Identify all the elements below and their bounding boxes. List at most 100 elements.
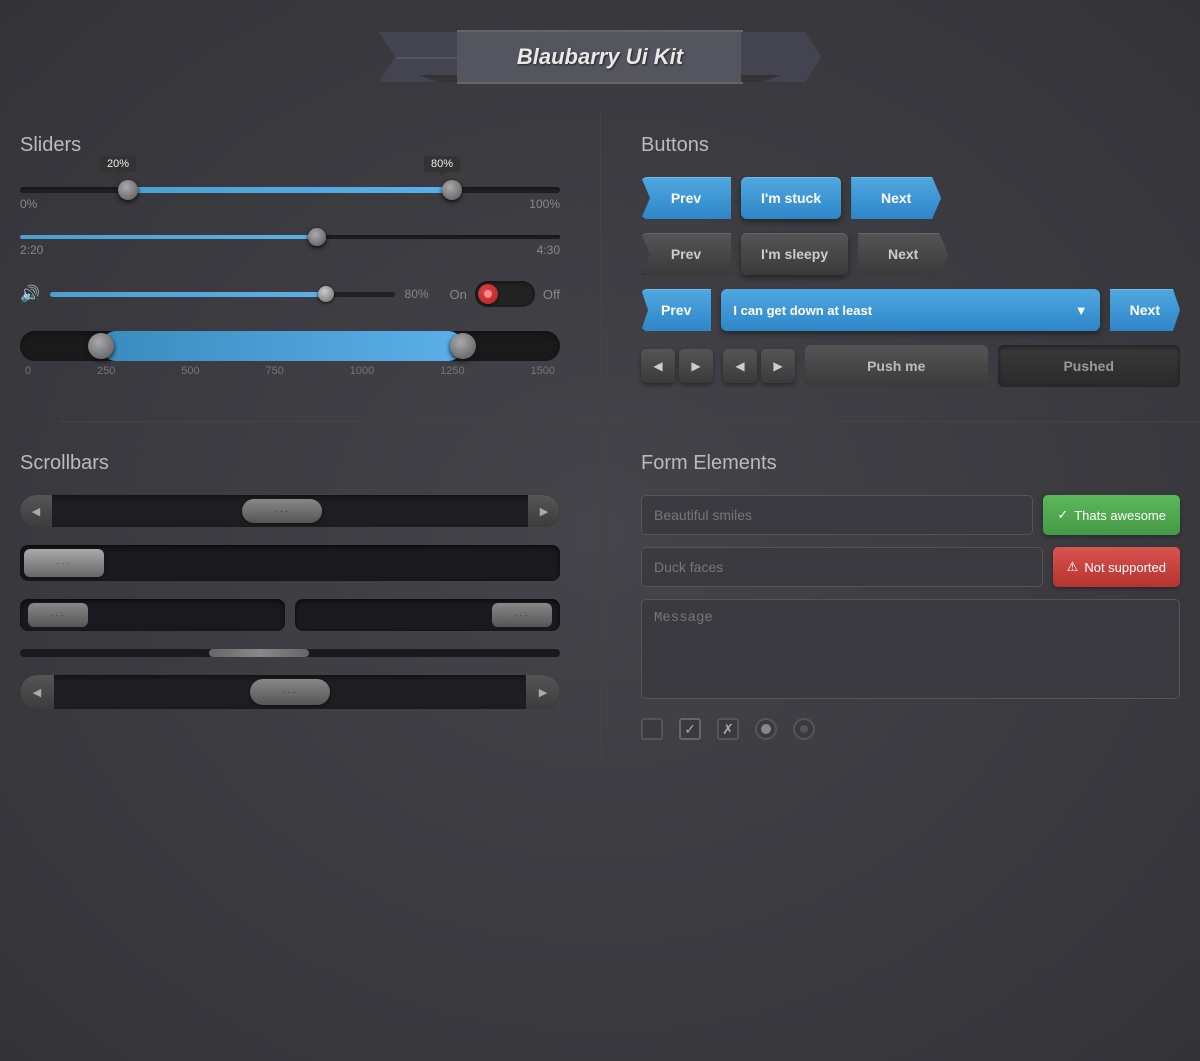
scrollbar-thin	[20, 649, 560, 657]
sb-thumb-1[interactable]: ···	[242, 499, 322, 523]
toggle-off-label: Off	[543, 287, 560, 302]
sb-half-left[interactable]: ···	[20, 599, 285, 631]
next-button-blue-2[interactable]: Next	[1110, 289, 1180, 331]
time-range-container[interactable]: 2:20 4:30	[20, 235, 560, 257]
time-range-fill	[20, 235, 317, 239]
toggle-wrap: On Off	[450, 281, 560, 307]
badge-success: ✓ Thats awesome	[1043, 495, 1180, 535]
toggle-on-label: On	[450, 287, 467, 302]
multi-track[interactable]	[20, 331, 560, 361]
push-me-button[interactable]: Push me	[805, 345, 988, 387]
sliders-title: Sliders	[20, 134, 560, 157]
radio-filled[interactable]	[755, 718, 777, 740]
form-textarea[interactable]	[641, 599, 1180, 699]
sb-thumb-half-left[interactable]: ···	[28, 603, 88, 627]
radio-empty[interactable]	[793, 718, 815, 740]
sb-thumb-3[interactable]: ···	[250, 679, 330, 705]
checkbox-x[interactable]: ✗	[717, 718, 739, 740]
vol-pct-label: 80%	[405, 287, 440, 301]
form-input-smiles[interactable]	[641, 495, 1033, 535]
dropdown-button[interactable]: I can get down at least ▼	[721, 289, 1099, 331]
multi-fill	[101, 331, 463, 361]
radio-inner	[800, 725, 808, 733]
scrollbar-5: ◀ ··· ▶	[20, 675, 560, 709]
next-button-blue[interactable]: Next	[851, 177, 941, 219]
vol-track[interactable]	[50, 292, 395, 297]
sb-thin-thumb[interactable]	[209, 649, 309, 657]
badge-error-text: Not supported	[1084, 560, 1166, 575]
scrollbar-2: ···	[20, 545, 560, 581]
stuck-button-blue[interactable]: I'm stuck	[741, 177, 841, 219]
time-label-min: 2:20	[20, 243, 43, 257]
nav-group-2: ◀ ▶	[723, 349, 795, 383]
prev-button-blue-2[interactable]: Prev	[641, 289, 711, 331]
slider-volume-toggle: 🔊 80% On Off	[20, 281, 560, 307]
slider-multi: 0 250 500 750 1000 1250 1500	[20, 331, 560, 377]
dual-range-tooltip-right: 80%	[424, 156, 460, 172]
sb-arrow-left-1[interactable]: ◀	[20, 495, 52, 527]
sliders-section: Sliders 20% 80% 0% 100%	[0, 114, 600, 421]
time-label-max: 4:30	[537, 243, 560, 257]
sb-thin-track[interactable]	[20, 649, 560, 657]
pushed-button[interactable]: Pushed	[998, 345, 1181, 387]
slider-time: 2:20 4:30	[20, 235, 560, 257]
sb-thumb-2[interactable]: ···	[24, 549, 104, 577]
scrollbar-h-2[interactable]: ···	[20, 545, 560, 581]
checkbox-checked[interactable]: ✓	[679, 718, 701, 740]
banner-title: Blaubarry Ui Kit	[457, 30, 743, 84]
vol-thumb[interactable]	[318, 286, 334, 302]
nav-next-1[interactable]: ▶	[679, 349, 713, 383]
dual-range-container[interactable]: 20% 80% 0% 100%	[20, 187, 560, 211]
prev-button-gray[interactable]: Prev	[641, 233, 731, 275]
dual-range-fill	[128, 187, 452, 193]
form-row-2: ⚠ Not supported	[641, 547, 1180, 587]
scrollbars-title: Scrollbars	[20, 452, 560, 475]
sleepy-button-gray[interactable]: I'm sleepy	[741, 233, 848, 275]
sb-arrow-right-1[interactable]: ▶	[528, 495, 560, 527]
nav-prev-1[interactable]: ◀	[641, 349, 675, 383]
dual-range-labels: 0% 100%	[20, 197, 560, 211]
dropdown-label: I can get down at least	[733, 303, 872, 318]
sb-arrow-left-3[interactable]: ◀	[20, 675, 54, 709]
btn-row-4: ◀ ▶ ◀ ▶ Push me Pushed	[641, 345, 1180, 387]
checkbox-empty[interactable]	[641, 718, 663, 740]
scrollbars-section: Scrollbars ◀ ··· ▶ ··· ···	[0, 432, 600, 760]
dual-range-thumb-left[interactable]: 20%	[118, 180, 138, 200]
scrollbar-3-pair: ··· ···	[20, 599, 560, 631]
dual-range-track: 20% 80%	[20, 187, 560, 193]
sb-pair: ··· ···	[20, 599, 560, 631]
form-input-duck[interactable]	[641, 547, 1043, 587]
multi-thumb-left[interactable]	[88, 333, 114, 359]
sb-arrow-right-3[interactable]: ▶	[526, 675, 560, 709]
nav-next-2[interactable]: ▶	[761, 349, 795, 383]
banner-wrap: Blaubarry Ui Kit	[0, 0, 1200, 84]
scrollbar-h-3[interactable]: ◀ ··· ▶	[20, 675, 560, 709]
vol-row: 🔊 80% On Off	[20, 281, 560, 307]
nav-prev-2[interactable]: ◀	[723, 349, 757, 383]
form-controls-row: ✓ ✗	[641, 718, 1180, 740]
toggle-switch[interactable]	[475, 281, 535, 307]
slider-dual-range: 20% 80% 0% 100%	[20, 187, 560, 211]
prev-button-blue[interactable]: Prev	[641, 177, 731, 219]
vol-fill	[50, 292, 326, 297]
volume-icon: 🔊	[20, 284, 40, 304]
multi-labels: 0 250 500 750 1000 1250 1500	[20, 365, 560, 377]
buttons-title: Buttons	[641, 134, 1180, 157]
btn-row-2: Prev I'm sleepy Next	[641, 233, 1180, 275]
scrollbar-h-1[interactable]: ◀ ··· ▶	[20, 495, 560, 527]
check-icon: ✓	[1057, 507, 1068, 523]
sb-track-3: ···	[54, 679, 526, 705]
dual-range-thumb-right[interactable]: 80%	[442, 180, 462, 200]
time-range-track	[20, 235, 560, 239]
time-range-thumb[interactable]	[308, 228, 326, 246]
dropdown-arrow-icon: ▼	[1075, 303, 1088, 318]
btn-row-1: Prev I'm stuck Next	[641, 177, 1180, 219]
multi-track-wrap: 0 250 500 750 1000 1250 1500	[20, 331, 560, 377]
time-range-labels: 2:20 4:30	[20, 243, 560, 257]
sb-half-right[interactable]: ···	[295, 599, 560, 631]
toggle-knob	[478, 284, 498, 304]
next-button-gray[interactable]: Next	[858, 233, 948, 275]
form-section: Form Elements ✓ Thats awesome ⚠ Not supp…	[600, 432, 1200, 760]
sb-thumb-half-right[interactable]: ···	[492, 603, 552, 627]
multi-thumb-right[interactable]	[450, 333, 476, 359]
